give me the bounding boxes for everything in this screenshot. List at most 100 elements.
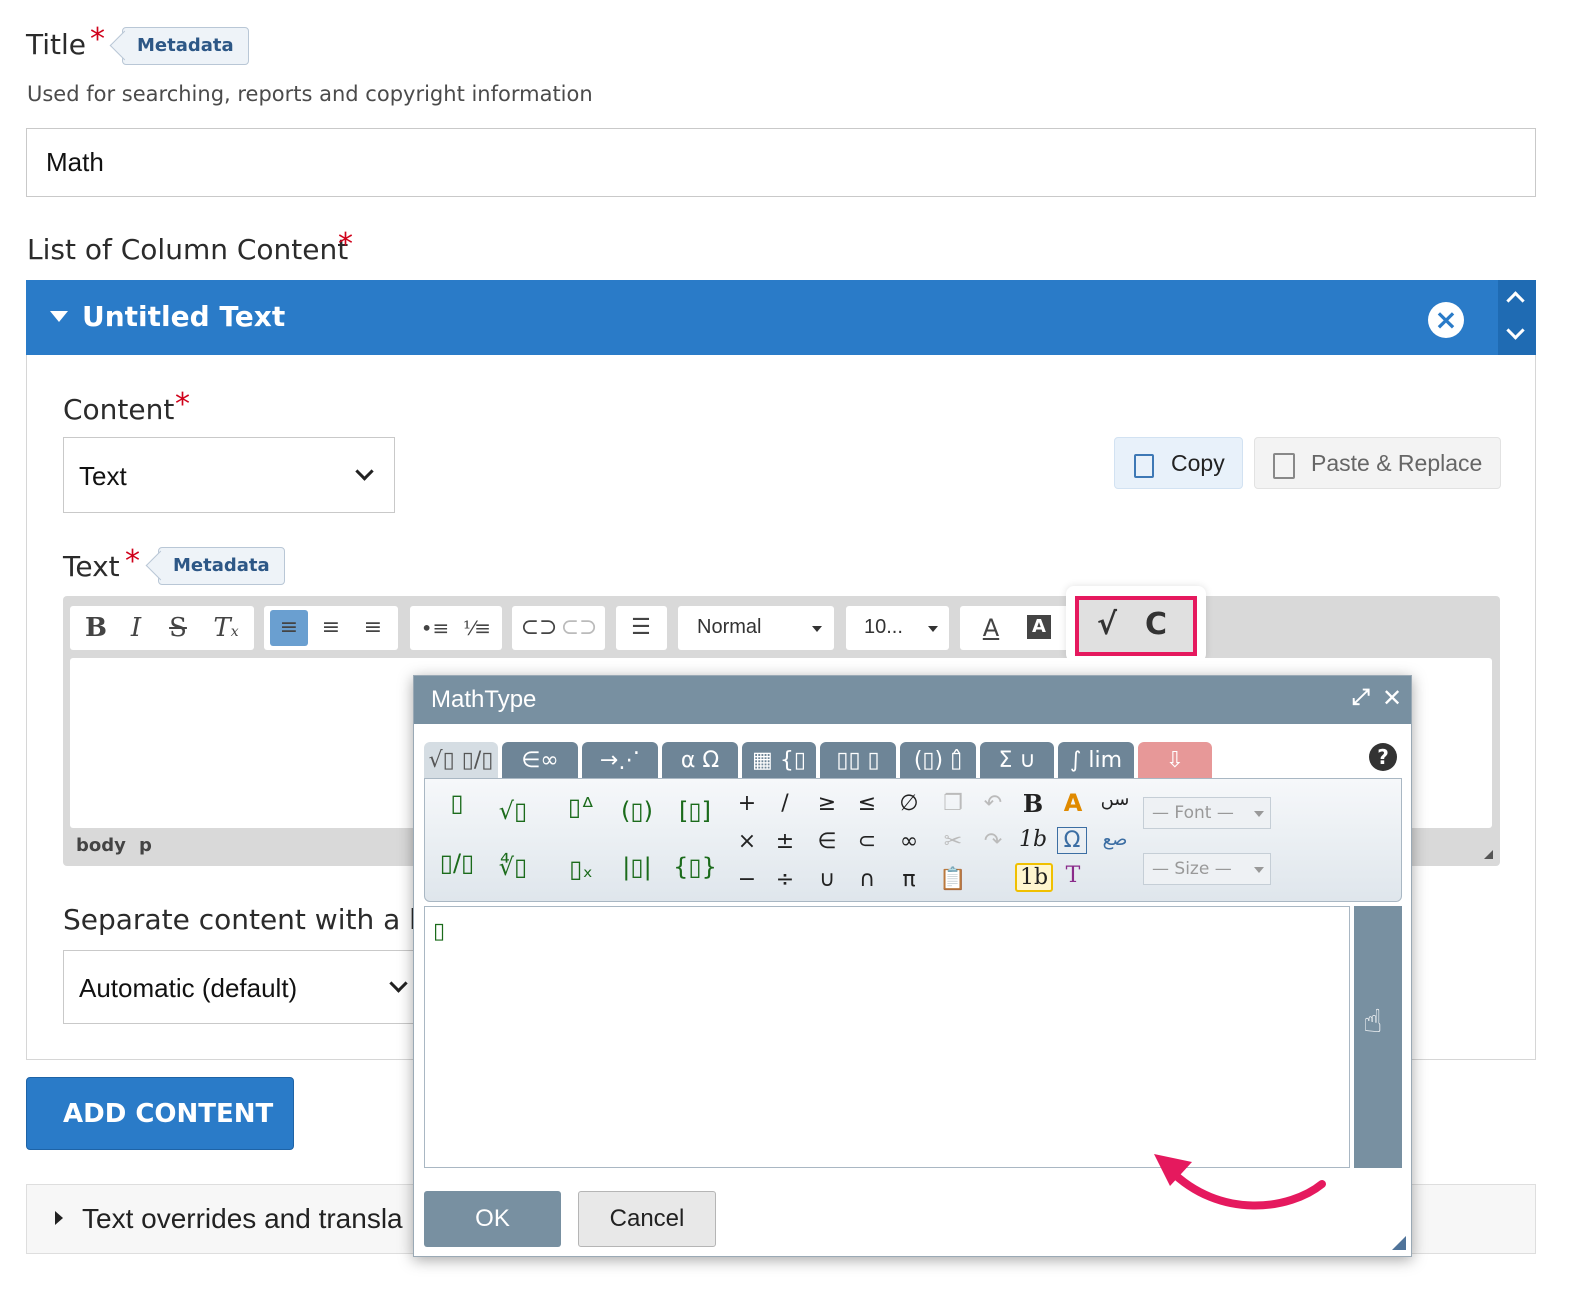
square-root-icon[interactable]: √▯ [489, 797, 537, 825]
handwriting-icon[interactable]: ☝ [1363, 1002, 1382, 1040]
copy-icon[interactable]: ❐ [935, 791, 971, 816]
metadata-badge[interactable]: Metadata [122, 27, 249, 65]
rtl-icon[interactable]: سں [1097, 789, 1133, 810]
plus-icon[interactable]: + [729, 791, 765, 816]
ok-button[interactable]: OK [424, 1191, 561, 1247]
tab-calculus[interactable]: ∫ lim [1058, 742, 1134, 780]
mathtype-titlebar[interactable]: MathType ⤢ ✕ [414, 676, 1411, 724]
mathtype-button[interactable]: √ [1097, 607, 1117, 642]
plus-minus-icon[interactable]: ± [767, 829, 803, 854]
slash-icon[interactable]: / [767, 791, 803, 816]
required-marker: * [125, 544, 140, 579]
content-select[interactable]: Text [63, 437, 395, 513]
numbered-list-icon[interactable]: ⅟≡ [458, 606, 496, 650]
color-icon[interactable]: A [1055, 789, 1091, 817]
arabic-icon[interactable]: صع [1097, 829, 1133, 850]
pi-icon[interactable]: π [891, 867, 927, 892]
bold-button[interactable]: B [77, 606, 115, 650]
metadata-badge[interactable]: Metadata [158, 547, 285, 585]
collapse-arrow-icon[interactable] [50, 311, 68, 322]
curly-brackets-icon[interactable]: {▯} [671, 853, 719, 881]
copy-button[interactable]: Copy [1114, 437, 1243, 489]
paste-icon[interactable]: 📋 [935, 867, 971, 892]
format-select[interactable]: Normal [678, 606, 834, 650]
tab-scripts[interactable]: ▯▯ ▯ [820, 742, 896, 780]
add-content-button[interactable]: ADD CONTENT [26, 1077, 294, 1150]
tab-greek[interactable]: α Ω [662, 742, 738, 780]
path-body[interactable]: body [76, 835, 126, 856]
cut-icon[interactable]: ✂ [935, 829, 971, 854]
mt-size-select[interactable]: — Size — [1143, 853, 1271, 885]
dialog-resize-icon[interactable] [1392, 1236, 1406, 1250]
horizontal-rule-icon[interactable]: ☰ [622, 606, 660, 650]
close-icon[interactable]: ✕ [1382, 684, 1402, 712]
strike-button[interactable]: S [159, 606, 197, 650]
align-group: ≡ ≡ ≡ [264, 606, 398, 650]
tab-brackets[interactable]: (▯) ▯̂ [900, 742, 976, 780]
divide-icon[interactable]: ÷ [767, 867, 803, 892]
undo-icon[interactable]: ↶ [975, 791, 1011, 816]
absolute-value-icon[interactable]: |▯| [613, 853, 661, 881]
redo-icon[interactable]: ↷ [975, 829, 1011, 854]
move-up-icon[interactable] [1506, 291, 1525, 310]
less-equal-icon[interactable]: ≤ [849, 791, 885, 816]
align-right-icon[interactable]: ≡ [354, 606, 392, 650]
paste-replace-button[interactable]: Paste & Replace [1254, 437, 1501, 489]
intersection-icon[interactable]: ∩ [849, 867, 885, 892]
handwriting-panel[interactable]: ☝ [1354, 906, 1402, 1168]
subscript-icon[interactable]: ▯ₓ [557, 855, 605, 883]
fraction-icon[interactable]: ▯ [433, 789, 481, 817]
bevelled-fraction-icon[interactable]: ▯/▯ [433, 849, 481, 877]
tab-big-ops[interactable]: Σ ∪ [980, 742, 1054, 780]
remove-format-button[interactable]: Tx [207, 606, 245, 650]
parentheses-icon[interactable]: (▯) [613, 797, 661, 825]
italic-icon[interactable]: 1b [1015, 827, 1051, 852]
math-mode-icon[interactable]: 1b [1015, 863, 1053, 892]
superscript-icon[interactable]: ▯ᐞ [557, 793, 605, 821]
link-icon[interactable]: ⊂⊃ [520, 606, 558, 650]
background-color-icon[interactable]: A [1027, 615, 1051, 639]
subset-icon[interactable]: ⊂ [849, 829, 885, 854]
resize-handle-icon[interactable] [1484, 850, 1493, 859]
bold-icon[interactable]: B [1015, 789, 1051, 818]
path-p[interactable]: p [139, 835, 152, 856]
font-select[interactable]: — Font — [1143, 797, 1271, 829]
size-select[interactable]: 10... [846, 606, 949, 650]
infinity-icon[interactable]: ∞ [891, 829, 927, 854]
tab-matrices[interactable]: ▦ {▯ [742, 742, 816, 780]
tab-general[interactable]: √▯ ▯/▯ [424, 742, 498, 780]
panel-header[interactable]: Untitled Text × [26, 280, 1536, 355]
square-brackets-icon[interactable]: [▯] [671, 797, 719, 825]
formula-input-area[interactable]: ▯ [424, 906, 1350, 1168]
text-color-icon[interactable]: A [972, 606, 1010, 650]
move-down-icon[interactable] [1506, 321, 1525, 340]
bullet-list-icon[interactable]: •≡ [416, 606, 454, 650]
union-icon[interactable]: ∪ [809, 867, 845, 892]
greater-equal-icon[interactable]: ≥ [809, 791, 845, 816]
align-left-icon[interactable]: ≡ [270, 610, 308, 646]
column-list-label: List of Column Content [27, 233, 349, 266]
help-icon[interactable]: ? [1369, 743, 1397, 771]
chemtype-button[interactable]: C [1145, 607, 1167, 642]
text-mode-icon[interactable]: T [1055, 863, 1091, 888]
tab-symbols[interactable]: ∈∞ [502, 742, 578, 780]
italic-button[interactable]: I [117, 606, 155, 650]
empty-set-icon[interactable]: ∅ [891, 791, 927, 816]
separator-select[interactable]: Automatic (default) [63, 950, 423, 1024]
title-input[interactable]: Math [26, 128, 1536, 197]
unlink-icon[interactable]: ⊂⊃ [560, 606, 598, 650]
tab-arrows[interactable]: →⋰ [582, 742, 658, 780]
nth-root-icon[interactable]: ∜▯ [489, 853, 537, 881]
reorder-controls [1498, 280, 1536, 355]
tab-contextual[interactable]: ⇩ [1138, 742, 1212, 780]
format-select-value: Normal [697, 616, 762, 638]
element-of-icon[interactable]: ∈ [809, 829, 845, 854]
remove-icon[interactable]: × [1428, 302, 1464, 338]
special-chars-icon[interactable]: Ω [1057, 827, 1087, 854]
maximize-icon[interactable]: ⤢ [1352, 685, 1370, 710]
minus-icon[interactable]: − [729, 867, 765, 892]
cancel-button[interactable]: Cancel [578, 1191, 716, 1247]
align-center-icon[interactable]: ≡ [312, 606, 350, 650]
font-select-label: — Font — [1152, 803, 1234, 823]
times-icon[interactable]: × [729, 829, 765, 854]
